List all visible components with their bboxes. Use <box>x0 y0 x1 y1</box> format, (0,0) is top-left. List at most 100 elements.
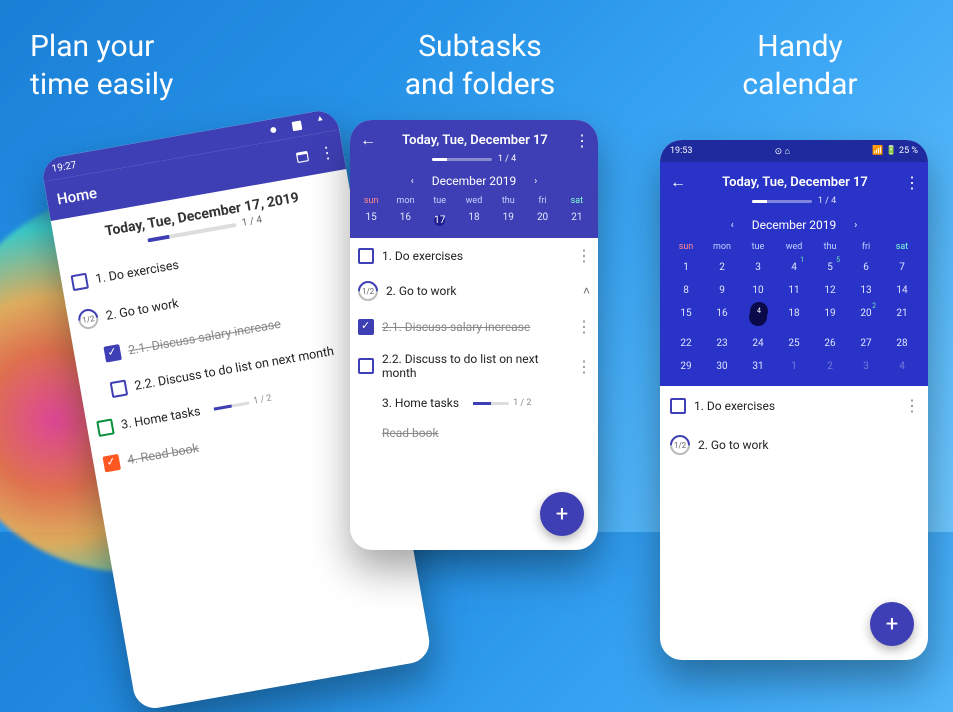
day-cell[interactable]: 23 <box>704 332 740 355</box>
task-row[interactable]: 1. Do exercises ⋮ <box>660 386 928 425</box>
day-cell[interactable]: 10 <box>740 279 776 302</box>
day-cell[interactable]: 202 <box>848 302 884 332</box>
day-cell[interactable]: 26 <box>812 332 848 355</box>
day-cell[interactable]: 13 <box>848 279 884 302</box>
task-row[interactable]: 1/2 2. Go to work <box>660 425 928 465</box>
task-label: Read book <box>382 426 439 440</box>
day-cell[interactable]: 21 <box>884 302 920 332</box>
fab-add-button[interactable]: + <box>540 492 584 536</box>
month-nav: ‹ December 2019 › <box>350 170 598 194</box>
task-progress: 1 / 2 <box>213 393 272 413</box>
subtask-row[interactable]: 2.1. Discuss salary increase ⋮ <box>350 309 598 344</box>
chevron-right-icon[interactable]: › <box>854 220 857 231</box>
day-cell[interactable]: 14 <box>884 279 920 302</box>
chevron-left-icon[interactable]: ‹ <box>731 220 734 231</box>
day-cell[interactable]: 12 <box>812 279 848 302</box>
day-cell[interactable]: 19 <box>812 302 848 332</box>
day-cell[interactable]: 41 <box>776 256 812 279</box>
day-cell[interactable]: 3 <box>848 355 884 378</box>
checkbox-icon[interactable] <box>71 273 90 292</box>
task-row[interactable]: 1/2 2. Go to work ˄ <box>350 273 598 309</box>
day-cell[interactable]: 2 <box>812 355 848 378</box>
status-icon <box>289 118 305 134</box>
status-time: 19:53 <box>670 146 692 156</box>
task-row[interactable]: Read book <box>350 418 598 448</box>
task-row[interactable]: 3. Home tasks 1 / 2 <box>350 388 598 418</box>
day-cell[interactable]: 1 <box>668 256 704 279</box>
task-label: 2. Go to work <box>386 284 575 298</box>
day-cell[interactable]: 28 <box>884 332 920 355</box>
status-bar: 19:53 ⊙ ⌂ 📶 🔋 25 % <box>660 140 928 162</box>
checkbox-icon[interactable] <box>358 248 374 264</box>
overflow-icon[interactable]: ⋮ <box>904 396 918 415</box>
day-cell[interactable]: 30 <box>704 355 740 378</box>
day-cell[interactable]: 15 <box>668 302 704 332</box>
checkbox-checked-icon[interactable] <box>358 319 374 335</box>
checkbox-checked-icon[interactable] <box>102 454 121 473</box>
chevron-right-icon[interactable]: › <box>534 176 537 187</box>
day-cell[interactable]: 19 <box>491 212 525 230</box>
day-cell[interactable]: 20 <box>525 212 559 230</box>
task-label: 4. Read book <box>126 440 200 467</box>
overflow-icon[interactable]: ⋮ <box>317 142 334 163</box>
header-title: Today, Tue, December 17 <box>694 175 896 190</box>
overflow-icon[interactable]: ⋮ <box>574 131 588 150</box>
day-cell[interactable]: 2 <box>704 256 740 279</box>
day-cell[interactable]: 27 <box>848 332 884 355</box>
day-cell[interactable]: 22 <box>668 332 704 355</box>
day-cell[interactable]: 29 <box>668 355 704 378</box>
day-cell-today[interactable]: 174 <box>740 302 776 332</box>
task-label: 3. Home tasks <box>382 396 459 410</box>
day-cell[interactable]: 16 <box>704 302 740 332</box>
calendar-icon[interactable] <box>294 148 310 164</box>
day-cell-today[interactable]: 17 <box>423 212 457 230</box>
overflow-icon[interactable]: ⋮ <box>576 357 590 376</box>
day-cell[interactable]: 18 <box>457 212 491 230</box>
checkbox-checked-icon[interactable] <box>103 344 122 363</box>
month-nav: ‹ December 2019 › <box>660 214 928 238</box>
week-row: 15 16 17 18 19 20 21 <box>350 208 598 238</box>
task-label: 1. Do exercises <box>382 249 568 263</box>
checkbox-icon[interactable] <box>358 358 374 374</box>
back-icon[interactable]: ← <box>670 172 686 192</box>
month-label: December 2019 <box>432 174 517 188</box>
chevron-left-icon[interactable]: ‹ <box>411 176 414 187</box>
fab-add-button[interactable]: + <box>870 602 914 646</box>
day-cell[interactable]: 1 <box>776 355 812 378</box>
day-cell[interactable]: 6 <box>848 256 884 279</box>
day-cell[interactable]: 3 <box>740 256 776 279</box>
chevron-up-icon[interactable]: ˄ <box>583 284 590 298</box>
day-cell[interactable]: 4 <box>884 355 920 378</box>
day-cell[interactable]: 24 <box>740 332 776 355</box>
day-cell[interactable]: 7 <box>884 256 920 279</box>
checkbox-icon[interactable] <box>110 380 129 399</box>
checkbox-icon[interactable] <box>670 398 686 414</box>
day-cell[interactable]: 8 <box>668 279 704 302</box>
day-cell[interactable]: 21 <box>560 212 594 230</box>
progress-circle-icon[interactable]: 1/2 <box>77 307 100 330</box>
status-time: 19:27 <box>51 159 77 174</box>
overflow-icon[interactable]: ⋮ <box>576 317 590 336</box>
day-cell[interactable]: 16 <box>388 212 422 230</box>
overflow-icon[interactable]: ⋮ <box>904 173 918 192</box>
task-label: 2. Go to work <box>698 438 918 452</box>
progress-circle-icon[interactable]: 1/2 <box>358 281 378 301</box>
checkbox-icon[interactable] <box>96 418 115 437</box>
day-cell[interactable]: 15 <box>354 212 388 230</box>
day-cell[interactable]: 9 <box>704 279 740 302</box>
progress-circle-icon[interactable]: 1/2 <box>670 435 690 455</box>
day-cell[interactable]: 11 <box>776 279 812 302</box>
day-cell[interactable]: 18 <box>776 302 812 332</box>
task-row[interactable]: 1. Do exercises ⋮ <box>350 238 598 273</box>
subtask-row[interactable]: 2.2. Discuss to do list on next month ⋮ <box>350 344 598 388</box>
day-cell[interactable]: 55 <box>812 256 848 279</box>
day-cell[interactable]: 31 <box>740 355 776 378</box>
task-label: 1. Do exercises <box>694 399 896 413</box>
overflow-icon[interactable]: ⋮ <box>576 246 590 265</box>
header: ← Today, Tue, December 17 ⋮ 1 / 4 ‹ Dece… <box>350 120 598 238</box>
task-label: 1. Do exercises <box>94 257 180 286</box>
calendar-days: 1234155678910111213141516174181920221222… <box>660 256 928 378</box>
status-icon: ⊙ ⌂ <box>775 146 790 157</box>
back-icon[interactable]: ← <box>360 130 376 150</box>
day-cell[interactable]: 25 <box>776 332 812 355</box>
